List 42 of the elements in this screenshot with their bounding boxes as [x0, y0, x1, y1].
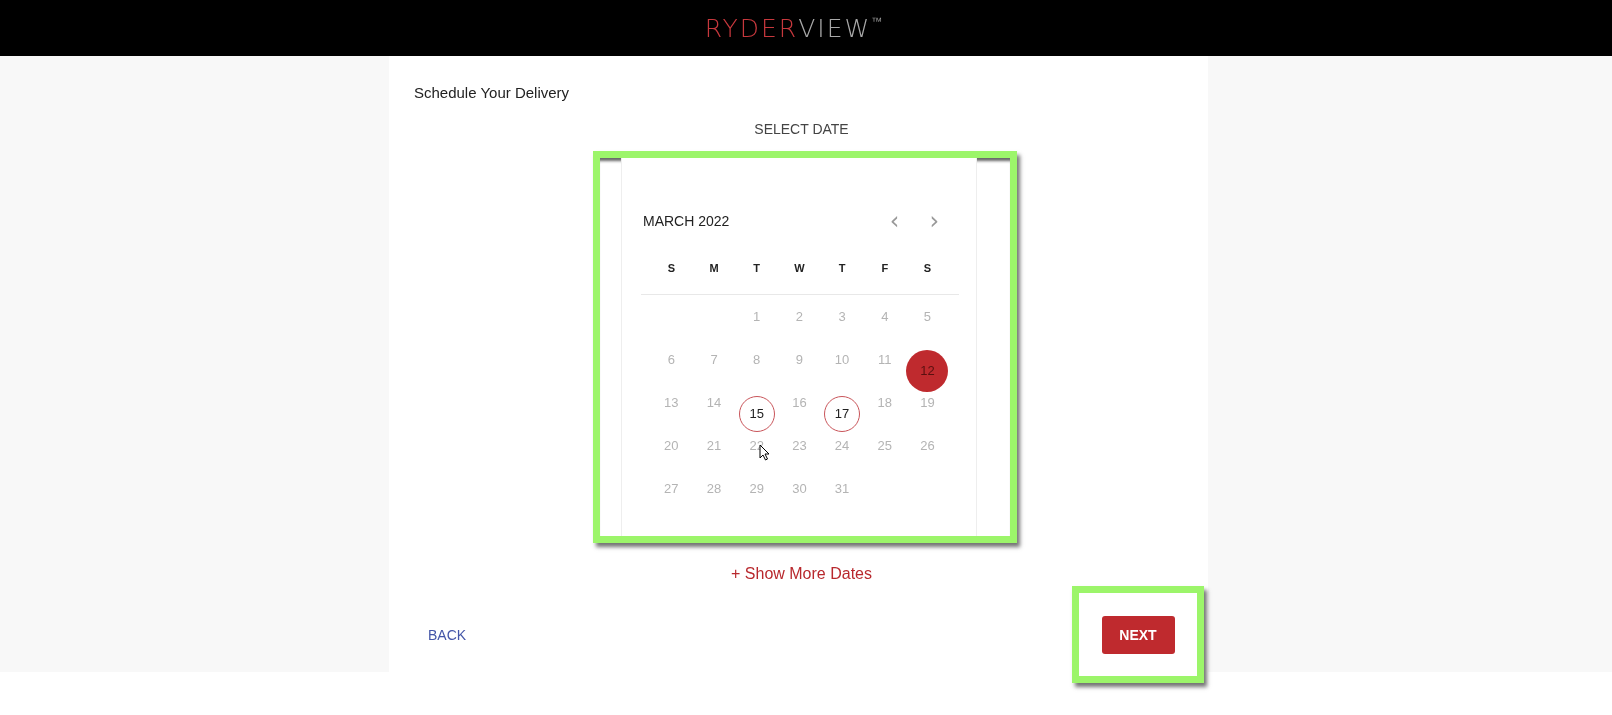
- calendar-day[interactable]: 29: [738, 470, 775, 507]
- calendar-day[interactable]: 11: [866, 341, 903, 378]
- section-label: SELECT DATE: [753, 121, 850, 137]
- next-button[interactable]: NEXT: [1101, 615, 1175, 654]
- previous-month-button[interactable]: ‹: [885, 211, 904, 231]
- weekday-label: W: [793, 262, 806, 276]
- calendar-day[interactable]: 4: [866, 298, 903, 335]
- calendar-day[interactable]: 1: [738, 298, 775, 335]
- weekday-label: S: [666, 262, 676, 276]
- calendar-day[interactable]: 18: [866, 384, 903, 421]
- calendar-day[interactable]: 8: [738, 341, 775, 378]
- next-month-button[interactable]: ›: [925, 211, 943, 231]
- calendar-day[interactable]: 2: [781, 298, 818, 335]
- calendar-day[interactable]: 13: [653, 384, 690, 421]
- weekday-label: M: [708, 262, 720, 276]
- calendar-day[interactable]: 20: [653, 427, 690, 464]
- calendar-day[interactable]: 14: [696, 384, 733, 421]
- calendar-day[interactable]: 12: [906, 349, 949, 392]
- page-title: Schedule Your Delivery: [414, 84, 571, 101]
- weekday-label: T: [752, 262, 762, 276]
- calendar-day[interactable]: 27: [653, 470, 690, 507]
- calendar-day[interactable]: 5: [909, 298, 946, 335]
- back-button[interactable]: BACK: [428, 626, 467, 643]
- month-label: MARCH 2022: [643, 213, 731, 229]
- calendar-day[interactable]: 28: [696, 470, 733, 507]
- calendar-day[interactable]: 30: [781, 470, 818, 507]
- calendar-day[interactable]: 6: [653, 341, 690, 378]
- calendar-day[interactable]: 9: [781, 341, 818, 378]
- show-more-dates-link[interactable]: + Show More Dates: [731, 565, 872, 583]
- calendar-day[interactable]: 16: [781, 384, 818, 421]
- weekday-label: F: [880, 262, 890, 276]
- logo: RYDERVIEW™: [704, 13, 883, 43]
- weekday-label: T: [837, 262, 847, 276]
- calendar-day[interactable]: 26: [909, 427, 946, 464]
- calendar-day[interactable]: 10: [824, 341, 861, 378]
- calendar-day[interactable]: 23: [781, 427, 818, 464]
- calendar-day[interactable]: 21: [696, 427, 733, 464]
- weekday-label: S: [922, 262, 933, 276]
- calendar-day[interactable]: 25: [866, 427, 903, 464]
- calendar-day[interactable]: 7: [696, 341, 733, 378]
- calendar-day[interactable]: 31: [824, 470, 861, 507]
- calendar-day[interactable]: 3: [824, 298, 861, 335]
